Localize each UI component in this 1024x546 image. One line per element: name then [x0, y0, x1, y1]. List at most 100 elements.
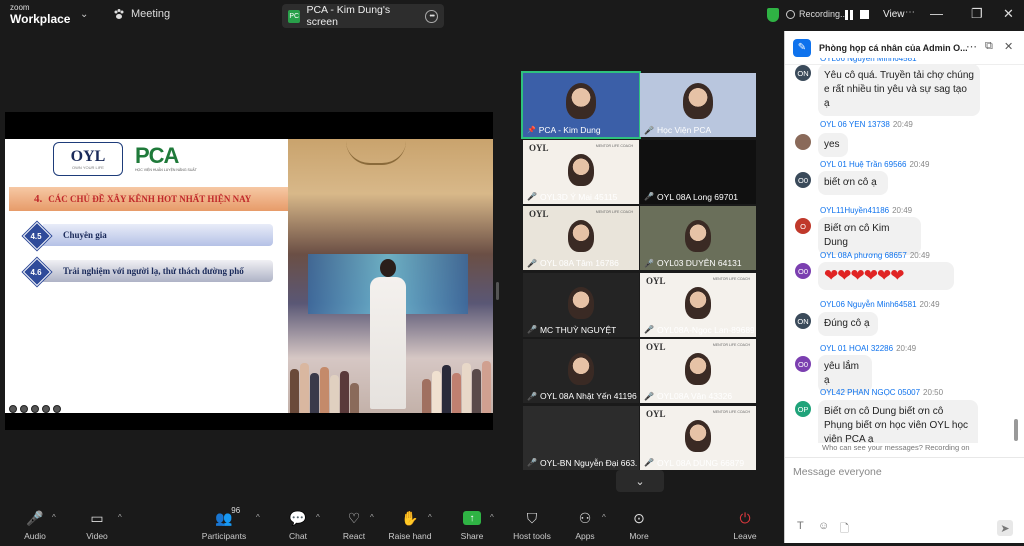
message-input[interactable]: Message everyone — [785, 457, 1024, 517]
gallery-next-page-button[interactable]: ⌄ — [616, 470, 664, 492]
avatar[interactable]: ON — [795, 313, 811, 329]
sender-name: OYL 01 HOAI 32286 — [820, 344, 894, 353]
view-button[interactable]: View — [883, 9, 905, 20]
message-bubble[interactable]: Đúng cô ạ — [818, 312, 878, 336]
participant-tile[interactable]: 🎤 OYL 08A Nhật Yến 41196 — [523, 339, 639, 403]
participant-tile[interactable]: 📌 PCA - Kim Dung — [521, 71, 641, 139]
comment-icon[interactable] — [42, 405, 50, 413]
pause-recording-button[interactable] — [845, 10, 855, 20]
participant-name-text: OYL-BN Nguyễn Đại 663... — [539, 457, 637, 468]
split-handle[interactable] — [496, 282, 499, 300]
video-options-caret[interactable]: ^ — [118, 513, 122, 522]
message-bubble[interactable]: Biết ơn cô Kim Dung — [818, 217, 921, 255]
close-chat-icon[interactable]: ✕ — [1004, 40, 1013, 53]
who-can-see-notice[interactable]: Who can see your messages? Recording on — [785, 443, 1024, 457]
react-button[interactable]: ♡ React — [324, 509, 384, 542]
mic-muted-icon: 🎤 — [26, 509, 44, 526]
chat-more-icon[interactable]: ⋯ — [966, 40, 977, 53]
apps-icon: ⚇ — [578, 509, 592, 526]
message-bubble[interactable]: Yêu cô quá. Truyền tải chợ chúng e rất n… — [818, 64, 980, 116]
message-bubble[interactable]: ❤❤❤❤❤❤ — [818, 262, 954, 290]
apps-button[interactable]: ⚇ Apps — [555, 509, 615, 542]
audio-button[interactable]: 🎤 Audio — [5, 509, 65, 542]
zoom-logo[interactable]: zoom Workplace — [10, 4, 70, 26]
avatar[interactable]: O — [795, 218, 811, 234]
message-bubble[interactable]: yes — [818, 133, 848, 157]
mentor-watermark: MENTOR LIFE COACH — [595, 210, 633, 214]
avatar[interactable]: O0 — [795, 356, 811, 372]
tab-meeting[interactable]: Meeting — [113, 8, 170, 20]
participants-options-caret[interactable]: ^ — [256, 513, 260, 522]
participant-tile[interactable]: 🎤 OYL 08A Long 69701 — [640, 139, 756, 204]
share-options-caret[interactable]: ^ — [490, 513, 494, 522]
avatar[interactable]: O0 — [795, 263, 811, 279]
security-shield-icon[interactable] — [767, 8, 779, 22]
chat-edit-icon[interactable]: ✎ — [793, 38, 811, 57]
message-sender[interactable]: OYL 01 HOAI 32286 20:49 — [820, 344, 916, 353]
participant-tile[interactable]: 🎤 OYL-BN Nguyễn Đại 663... — [523, 405, 639, 470]
message-sender[interactable]: OYL 06 YEN 13738 20:49 — [820, 120, 913, 129]
participant-tile[interactable]: OYL MENTOR LIFE COACH 🎤 OYL08A Vân 43326 — [640, 339, 756, 403]
participant-name: 🎤 OYL08A-Ngọc Lan-89689 — [644, 325, 754, 335]
message-bubble[interactable]: Biết ơn cô Dung biết ơn cô Phụng biết ơn… — [818, 400, 978, 443]
react-options-caret[interactable]: ^ — [370, 513, 374, 522]
zoom-icon[interactable] — [31, 405, 39, 413]
more-button[interactable]: ⊙ More — [609, 509, 669, 542]
minimize-icon[interactable]: — — [930, 6, 943, 21]
participant-tile[interactable]: OYL MENTOR LIFE COACH 🎤 OYL08A-Ngọc Lan-896… — [640, 272, 756, 337]
stop-recording-button[interactable] — [860, 10, 869, 19]
more-options-icon[interactable]: ••• — [425, 9, 438, 23]
participant-name-text: OYL08A-Ngọc Lan-89689 — [656, 324, 754, 335]
participant-name: 🎤 OYL 08A Nhật Yến 41196 — [527, 391, 637, 401]
message-sender[interactable]: OYL 01 Huệ Trần 69566 20:49 — [820, 160, 929, 169]
message-time: 20:50 — [923, 388, 944, 397]
avatar[interactable]: OP — [795, 401, 811, 417]
view-more-icon[interactable]: ⋯ — [905, 7, 915, 18]
message-sender[interactable]: OYL11Huyền41186 20:49 — [820, 206, 912, 215]
participant-tile[interactable]: OYL MENTOR LIFE COACH 🎤 OYL 08A DUNG 66879 — [640, 405, 756, 470]
apps-options-caret[interactable]: ^ — [602, 513, 606, 522]
close-icon[interactable]: ✕ — [1003, 6, 1014, 22]
maximize-icon[interactable]: ❐ — [971, 6, 983, 22]
chat-options-caret[interactable]: ^ — [316, 513, 320, 522]
forward-icon[interactable] — [20, 405, 28, 413]
leave-button[interactable]: ⏻ Leave — [715, 509, 775, 542]
chevron-down-icon[interactable]: ⌄ — [80, 9, 88, 20]
format-text-icon[interactable]: T — [797, 520, 804, 532]
message-sender[interactable]: OYL06 Nguyễn Minh64581 — [820, 58, 920, 63]
participants-button[interactable]: 👥 96 Participants — [194, 506, 254, 541]
slide-text-area: OYL OWN YOUR LIFE PCA HỌC VIỆN HUẤN LUYỆ… — [5, 139, 288, 413]
avatar[interactable]: O0 — [795, 172, 811, 188]
message-time: 20:49 — [919, 300, 940, 309]
chat-scrollbar[interactable] — [1014, 419, 1018, 441]
participant-tile[interactable]: 🎤 Học Viện PCA — [640, 73, 756, 137]
participant-tile[interactable]: OYL MENTOR LIFE COACH 🎤 OYL 08A Tâm 16786 — [523, 206, 639, 270]
participant-tile[interactable]: 🎤 MC THUỲ NGUYỆT — [523, 272, 639, 337]
pop-out-icon[interactable]: ⧉ — [985, 40, 993, 53]
annotation-tools[interactable] — [9, 405, 61, 413]
chat-message: O0 OYL 01 Huệ Trần 69566 20:49 biết ơn cô ạ — [785, 160, 1017, 212]
message-sender[interactable]: OYL06 Nguyễn Minh64581 20:49 — [820, 300, 940, 309]
participants-icon: 👥 96 — [215, 506, 241, 526]
message-bubble[interactable]: biết ơn cô ạ — [818, 171, 888, 195]
message-sender[interactable]: OYL 08A phương 68657 20:49 — [820, 251, 930, 260]
message-sender[interactable]: OYL42 PHAN NGỌC 05007 20:50 — [820, 388, 943, 397]
send-icon[interactable]: ➤ — [997, 520, 1013, 536]
participant-tile[interactable]: 🎤 OYL03 DUYÊN 64131 — [640, 206, 756, 270]
host-tools-button[interactable]: ⛉ Host tools — [502, 509, 562, 542]
next-icon[interactable] — [53, 405, 61, 413]
mic-muted-icon: 🎤 — [527, 258, 537, 268]
slide-heading-number: 4. — [34, 193, 43, 205]
participant-name: 🎤 OYL08A Vân 43326 — [644, 391, 732, 401]
participant-tile[interactable]: OYL MENTOR LIFE COACH 🎤 OYL3D Ý Mai 45115 — [523, 139, 639, 204]
raise-hand-options-caret[interactable]: ^ — [428, 513, 432, 522]
audio-options-caret[interactable]: ^ — [52, 513, 56, 522]
pca-logo-text: PCA — [135, 143, 179, 168]
file-icon[interactable]: 🗋 — [840, 520, 849, 539]
avatar[interactable] — [795, 134, 811, 150]
back-icon[interactable] — [9, 405, 17, 413]
tab-shared-screen[interactable]: PC PCA - Kim Dung's screen ••• — [282, 4, 444, 28]
chat-messages[interactable]: ON OYL06 Nguyễn Minh64581 Yêu cô quá. Truy… — [785, 58, 1017, 443]
emoji-icon[interactable]: ☺ — [818, 520, 829, 532]
avatar[interactable]: ON — [795, 65, 811, 81]
